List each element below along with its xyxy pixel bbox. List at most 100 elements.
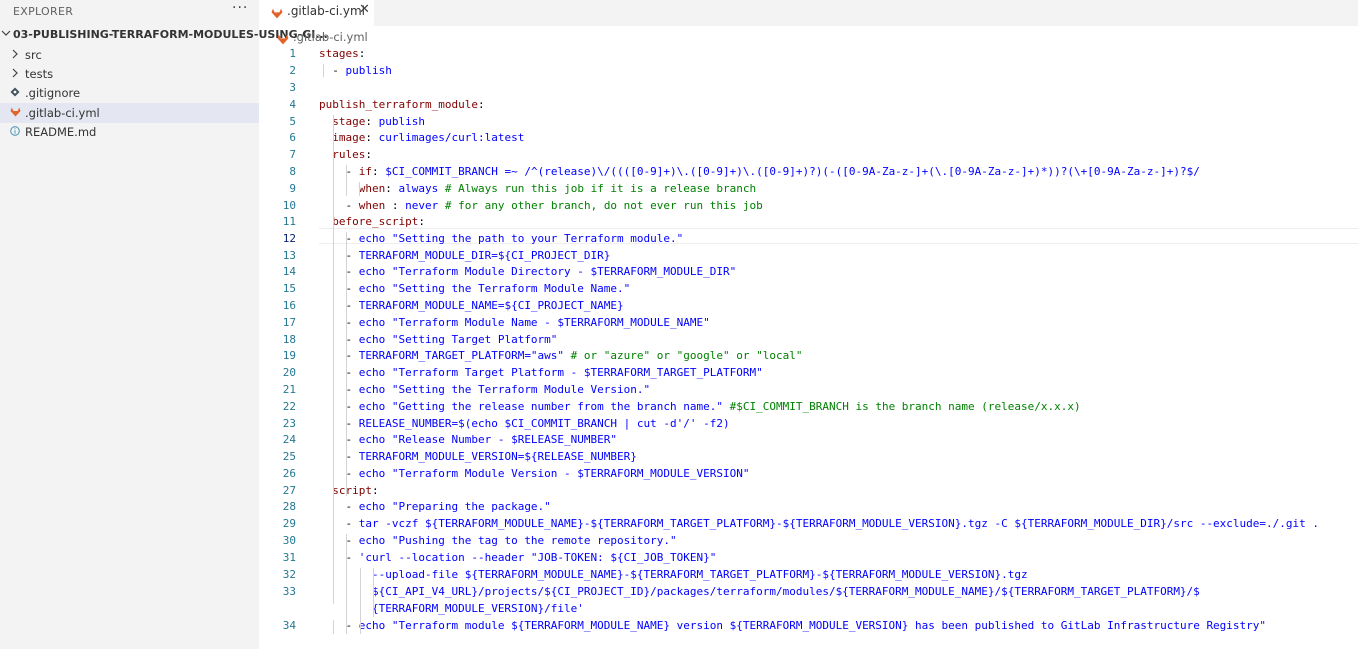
line-number: 25	[282, 450, 296, 463]
code-token: echo "Terraform Target Platform - $TERRA…	[358, 366, 763, 379]
code-token: always	[398, 182, 439, 195]
more-actions-icon[interactable]: ···	[232, 0, 248, 16]
code-token: :	[418, 215, 425, 228]
code-token: $CI_COMMIT_BRANCH =~ /^(release)\/((([0-…	[385, 165, 1200, 178]
line-number: 23	[282, 417, 296, 430]
code-line: --upload-file ${TERRAFORM_MODULE_NAME}-$…	[319, 568, 1028, 581]
indent-guide	[359, 182, 360, 196]
line-number: 6	[289, 131, 296, 144]
code-line: - echo "Release Number - $RELEASE_NUMBER…	[319, 433, 617, 446]
code-token: :	[365, 131, 379, 144]
line-number: 12	[282, 232, 296, 245]
code-token: echo "Terraform Module Name - $TERRAFORM…	[358, 316, 710, 329]
code-token: echo "Release Number - $RELEASE_NUMBER"	[358, 433, 618, 446]
code-token: when	[358, 182, 386, 195]
tree-item-label: src	[25, 48, 42, 62]
code-line: - TERRAFORM_TARGET_PLATFORM="aws" # or "…	[319, 349, 802, 362]
code-token: echo "Setting the Terraform Module Versi…	[358, 383, 651, 396]
root-folder[interactable]: 03-PUBLISHING-TERRAFORM-MODULES-USING-GI…	[0, 25, 328, 45]
code-token: TERRAFORM_MODULE_NAME=${CI_PROJECT_NAME}	[358, 299, 624, 312]
code-token: {TERRAFORM_MODULE_VERSION}/file'	[371, 602, 584, 615]
code-token: -	[319, 249, 359, 262]
code-token: echo "Terraform module ${TERRAFORM_MODUL…	[358, 619, 1267, 632]
code-token: -	[319, 551, 359, 564]
code-token: :	[365, 148, 372, 161]
line-number: 10	[282, 199, 296, 212]
code-line: - TERRAFORM_MODULE_VERSION=${RELEASE_NUM…	[319, 450, 637, 463]
code-token: echo "Preparing the package."	[358, 500, 551, 513]
tab-gitlab-ci[interactable]: .gitlab-ci.yml ✕	[259, 0, 374, 26]
code-line: - echo "Setting the path to your Terrafo…	[319, 232, 683, 245]
code-line: before_script:	[319, 215, 425, 228]
tree-item-label: tests	[25, 67, 54, 81]
line-number: 11	[282, 215, 296, 228]
code-token: -	[319, 265, 359, 278]
code-line: publish_terraform_module:	[319, 98, 485, 111]
code-token: stage	[332, 115, 366, 128]
code-token: image	[332, 131, 366, 144]
close-icon[interactable]: ✕	[359, 2, 370, 17]
code-token: -	[319, 450, 359, 463]
indent-guide	[373, 568, 374, 617]
code-token: TERRAFORM_MODULE_DIR=${CI_PROJECT_DIR}	[358, 249, 611, 262]
line-number: 34	[282, 619, 296, 632]
code-token: rules	[332, 148, 366, 161]
code-line: - echo "Setting the Terraform Module Nam…	[319, 282, 630, 295]
code-token: :	[385, 182, 399, 195]
tree-item-gitignore[interactable]: .gitignore	[0, 83, 259, 103]
code-token: :	[358, 47, 366, 60]
code-line: - TERRAFORM_MODULE_NAME=${CI_PROJECT_NAM…	[319, 299, 624, 312]
code-token: --upload-file ${TERRAFORM_MODULE_NAME}-$…	[371, 568, 1028, 581]
code-line: - RELEASE_NUMBER=$(echo $CI_COMMIT_BRANC…	[319, 417, 729, 430]
tree-item-gitlab-ci[interactable]: .gitlab-ci.yml	[0, 103, 259, 123]
code-token: -	[319, 467, 359, 480]
code-line: ${CI_API_V4_URL}/projects/${CI_PROJECT_I…	[319, 585, 1200, 598]
code-token: 'curl --location --header "JOB-TOKEN: ${…	[358, 551, 717, 564]
code-line: - echo "Setting the Terraform Module Ver…	[319, 383, 650, 396]
tree-item-readme[interactable]: README.md	[0, 122, 259, 142]
code-token: TERRAFORM_MODULE_VERSION=${RELEASE_NUMBE…	[358, 450, 637, 463]
line-number: 22	[282, 400, 296, 413]
line-number: 26	[282, 467, 296, 480]
git-diamond-icon	[9, 83, 21, 103]
code-token: -	[319, 232, 359, 245]
explorer-title: EXPLORER	[13, 5, 74, 18]
code-token: -	[319, 400, 359, 413]
code-token: :	[372, 484, 379, 497]
breadcrumb-file: .gitlab-ci.yml	[293, 30, 368, 44]
line-number: 29	[282, 517, 296, 530]
line-number: 20	[282, 366, 296, 379]
code-line: - echo "Terraform Module Directory - $TE…	[319, 265, 736, 278]
code-line: - echo "Terraform Module Version - $TERR…	[319, 467, 749, 480]
code-editor[interactable]: 1 2 3 4 5 6 7 8 9 10 11 12 13 14 15 16 17 18 19 20 21 22 23 24 2…	[259, 44, 1358, 649]
indent-guide	[333, 115, 334, 604]
code-token: script	[332, 484, 372, 497]
code-token: :	[365, 115, 379, 128]
code-token: echo "Pushing the tag to the remote repo…	[358, 534, 677, 547]
tree-item-tests[interactable]: tests	[0, 64, 259, 84]
line-number: 16	[282, 299, 296, 312]
code-line: - echo "Setting Target Platform"	[319, 333, 557, 346]
code-token: -	[319, 349, 359, 362]
code-token: stages	[319, 47, 359, 60]
code-line: {TERRAFORM_MODULE_VERSION}/file'	[319, 602, 584, 615]
gitlab-icon	[277, 30, 289, 45]
code-line: stages:	[319, 47, 365, 60]
line-number: 8	[289, 165, 296, 178]
tree-item-src[interactable]: src	[0, 45, 259, 65]
code-token: #$CI_COMMIT_BRANCH is the branch name (r…	[723, 400, 1081, 413]
code-token: before_script	[332, 215, 419, 228]
code-token: :	[385, 199, 406, 212]
code-token: -	[319, 316, 359, 329]
code-token: when	[358, 199, 386, 212]
tab-bar: .gitlab-ci.yml ✕	[259, 0, 1358, 26]
line-number: 9	[289, 182, 296, 195]
line-number: 3	[289, 81, 296, 94]
code-line: - if: $CI_COMMIT_BRANCH =~ /^(release)\/…	[319, 165, 1200, 178]
code-line: when: always # Always run this job if it…	[319, 182, 756, 195]
code-token: -	[319, 500, 359, 513]
